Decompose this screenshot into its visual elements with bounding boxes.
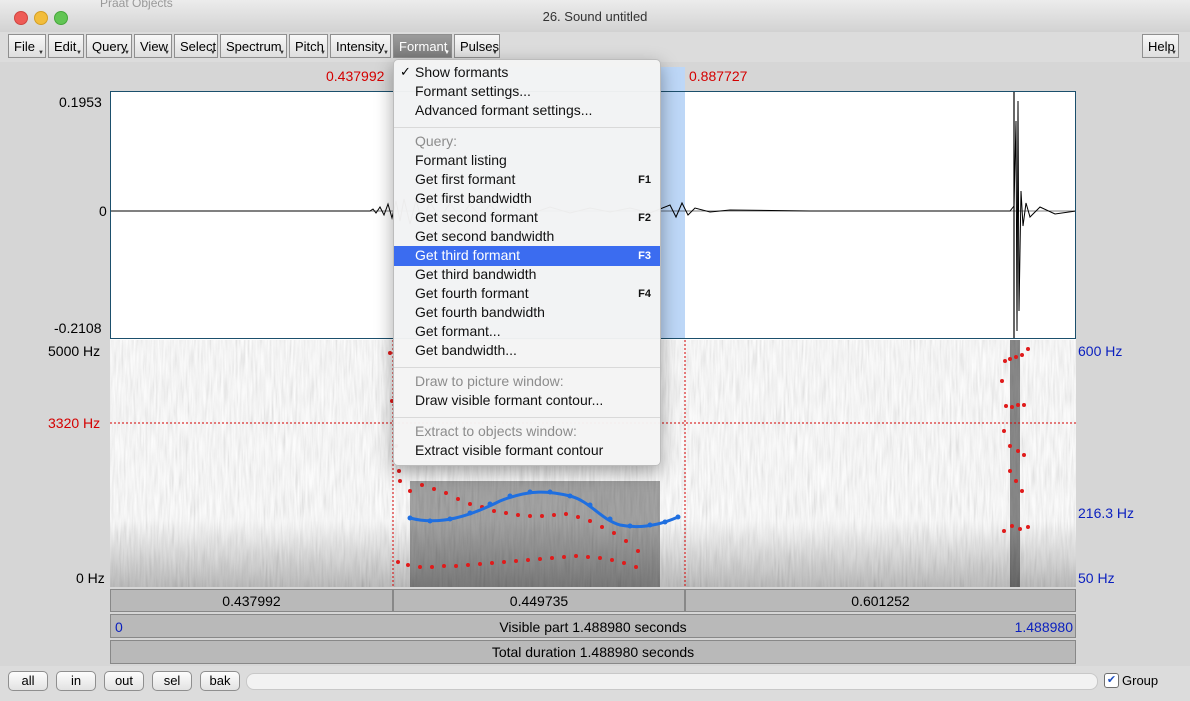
selection-end-label: 0.887727 xyxy=(689,68,748,84)
spectrogram-fmax-label: 5000 Hz xyxy=(48,343,101,359)
menu-help-arrow-icon: ▼ xyxy=(1171,50,1177,56)
spectrogram-fmin-label: 0 Hz xyxy=(76,570,105,586)
menu-select[interactable]: Select ▼ xyxy=(174,34,218,58)
menu-item-get-second-bandwidth[interactable]: Get second bandwidth xyxy=(415,228,554,244)
bottom-toolbar: all in out sel bak ✔ Group xyxy=(0,666,1190,701)
spectrogram-cursor-frequency-label: 3320 Hz xyxy=(48,415,101,431)
menu-pitch[interactable]: Pitch ▼ xyxy=(289,34,328,58)
shortcut-f1: F1 xyxy=(638,174,651,186)
segment-after-selection[interactable]: 0.601252 xyxy=(685,589,1076,612)
menu-item-get-first-bandwidth[interactable]: Get first bandwidth xyxy=(415,190,532,206)
segment-before-selection[interactable]: 0.437992 xyxy=(110,589,393,612)
menu-pulses-arrow-icon: ▼ xyxy=(492,50,498,56)
pitch-value-label: 216.3 Hz xyxy=(1078,505,1135,521)
menu-item-get-third-formant[interactable]: Get third formant xyxy=(415,247,520,263)
menu-query[interactable]: Query ▼ xyxy=(86,34,132,58)
shortcut-f3: F3 xyxy=(638,250,651,262)
window-title: 26. Sound untitled xyxy=(542,9,648,24)
segment-selection[interactable]: 0.449735 xyxy=(393,589,685,612)
menu-pulses[interactable]: Pulses ▼ xyxy=(454,34,500,58)
menu-query-arrow-icon: ▼ xyxy=(124,50,130,56)
menu-formant-arrow-icon: ▼ xyxy=(444,50,450,56)
menu-help[interactable]: Help ▼ xyxy=(1142,34,1179,58)
menu-file-arrow-icon: ▼ xyxy=(38,50,44,56)
visible-part-label: Visible part 1.488980 seconds xyxy=(499,619,687,635)
menu-separator xyxy=(394,367,660,368)
menu-item-get-bandwidth[interactable]: Get bandwidth... xyxy=(415,342,517,358)
menu-file[interactable]: File ▼ xyxy=(8,34,46,58)
waveform-zero-label: 0 xyxy=(99,203,107,219)
waveform-ymin-label: -0.2108 xyxy=(54,320,102,336)
menu-item-get-second-formant[interactable]: Get second formant xyxy=(415,209,538,225)
menu-item-show-formants[interactable]: Show formants xyxy=(415,64,508,80)
shortcut-f2: F2 xyxy=(638,212,651,224)
menu-intensity[interactable]: Intensity ▼ xyxy=(330,34,391,58)
menu-intensity-arrow-icon: ▼ xyxy=(383,50,389,56)
menu-view[interactable]: View ▼ xyxy=(134,34,172,58)
menu-header-draw: Draw to picture window: xyxy=(415,373,564,389)
menu-spectrum[interactable]: Spectrum ▼ xyxy=(220,34,287,58)
menu-spectrum-arrow-icon: ▼ xyxy=(279,50,285,56)
spectrogram-burst xyxy=(1010,340,1020,587)
menu-header-query: Query: xyxy=(415,133,458,149)
menu-item-extract-visible-formant-contour[interactable]: Extract visible formant contour xyxy=(415,442,603,458)
menu-pitch-arrow-icon: ▼ xyxy=(320,50,326,56)
menu-item-advanced-formant-settings[interactable]: Advanced formant settings... xyxy=(415,102,592,118)
horizontal-scrollbar[interactable] xyxy=(246,673,1098,690)
checkmark-icon: ✓ xyxy=(400,64,411,79)
visible-end-label: 1.488980 xyxy=(1014,619,1073,635)
menu-select-arrow-icon: ▼ xyxy=(210,50,216,56)
menu-separator xyxy=(394,417,660,418)
zoom-in-button[interactable]: in xyxy=(56,671,96,691)
menu-separator xyxy=(394,127,660,128)
menu-bar: File ▼ Edit ▼ Query ▼ View ▼ Select ▼ Spectru… xyxy=(0,32,1190,62)
menu-item-draw-visible-formant-contour[interactable]: Draw visible formant contour... xyxy=(415,392,603,408)
zoom-all-button[interactable]: all xyxy=(8,671,48,691)
menu-edit[interactable]: Edit ▼ xyxy=(48,34,84,58)
shortcut-f4: F4 xyxy=(638,288,651,300)
checkmark-icon: ✔ xyxy=(1106,674,1117,686)
menu-edit-arrow-icon: ▼ xyxy=(76,50,82,56)
menu-item-get-third-bandwidth[interactable]: Get third bandwidth xyxy=(415,266,536,282)
menu-item-get-formant[interactable]: Get formant... xyxy=(415,323,501,339)
formant-menu: ✓ Show formants Formant settings... Adva… xyxy=(393,59,661,466)
pitch-max-label: 600 Hz xyxy=(1078,343,1123,359)
title-bar: Praat Objects 26. Sound untitled xyxy=(0,0,1190,33)
zoom-out-button[interactable]: out xyxy=(104,671,144,691)
zoom-selection-button[interactable]: sel xyxy=(152,671,192,691)
visible-part-bar[interactable]: 0 Visible part 1.488980 seconds 1.488980 xyxy=(110,614,1076,638)
selection-start-label: 0.437992 xyxy=(326,68,385,84)
group-label: Group xyxy=(1122,673,1159,688)
group-checkbox[interactable]: ✔ xyxy=(1104,673,1119,688)
menu-formant[interactable]: Formant ▼ xyxy=(393,34,452,58)
pitch-min-label: 50 Hz xyxy=(1078,570,1115,586)
menu-item-get-fourth-formant[interactable]: Get fourth formant xyxy=(415,285,529,301)
menu-item-formant-listing[interactable]: Formant listing xyxy=(415,152,507,168)
menu-view-arrow-icon: ▼ xyxy=(164,50,170,56)
zoom-back-button[interactable]: bak xyxy=(200,671,240,691)
menu-item-get-first-formant[interactable]: Get first formant xyxy=(415,171,515,187)
waveform-ymax-label: 0.1953 xyxy=(59,94,102,110)
menu-item-formant-settings[interactable]: Formant settings... xyxy=(415,83,531,99)
spectrogram-voiced-energy xyxy=(410,481,660,587)
menu-item-get-fourth-bandwidth[interactable]: Get fourth bandwidth xyxy=(415,304,545,320)
total-duration-bar[interactable]: Total duration 1.488980 seconds xyxy=(110,640,1076,664)
menu-header-extract: Extract to objects window: xyxy=(415,423,577,439)
